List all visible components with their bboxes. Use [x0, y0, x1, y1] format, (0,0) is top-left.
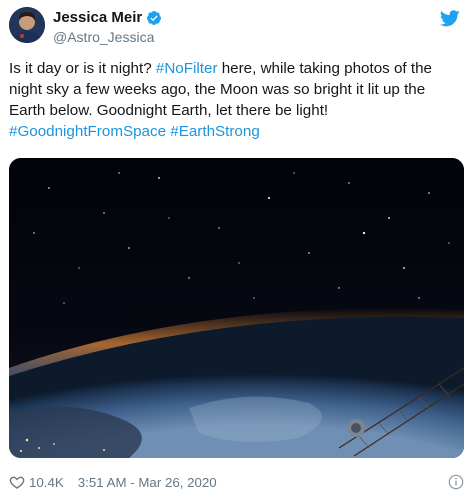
- name-row: Jessica Meir: [53, 9, 162, 26]
- tweet-card: Jessica Meir @Astro_Jessica Is it day or…: [0, 0, 471, 498]
- twitter-bird-icon[interactable]: [440, 10, 460, 27]
- avatar[interactable]: [9, 7, 45, 43]
- verified-badge-icon: [147, 10, 162, 25]
- tweet-footer: 10.4K 3:51 AM - Mar 26, 2020: [9, 472, 217, 492]
- timestamp[interactable]: 3:51 AM - Mar 26, 2020: [78, 475, 217, 490]
- tweet-header: Jessica Meir @Astro_Jessica: [9, 6, 464, 46]
- user-handle[interactable]: @Astro_Jessica: [53, 29, 154, 45]
- hashtag-earthstrong[interactable]: #EarthStrong: [170, 123, 260, 140]
- hashtag-nofilter[interactable]: #NoFilter: [156, 60, 218, 77]
- like-count[interactable]: 10.4K: [29, 475, 64, 490]
- tweet-photo[interactable]: [9, 158, 464, 458]
- tweet-text-segment: Is it day or is it night?: [9, 60, 156, 77]
- tweet-text: Is it day or is it night? #NoFilter here…: [9, 58, 464, 142]
- display-name[interactable]: Jessica Meir: [53, 9, 142, 26]
- info-icon[interactable]: [448, 474, 464, 490]
- hashtag-goodnightfromspace[interactable]: #GoodnightFromSpace: [9, 123, 166, 140]
- heart-icon[interactable]: [9, 474, 25, 490]
